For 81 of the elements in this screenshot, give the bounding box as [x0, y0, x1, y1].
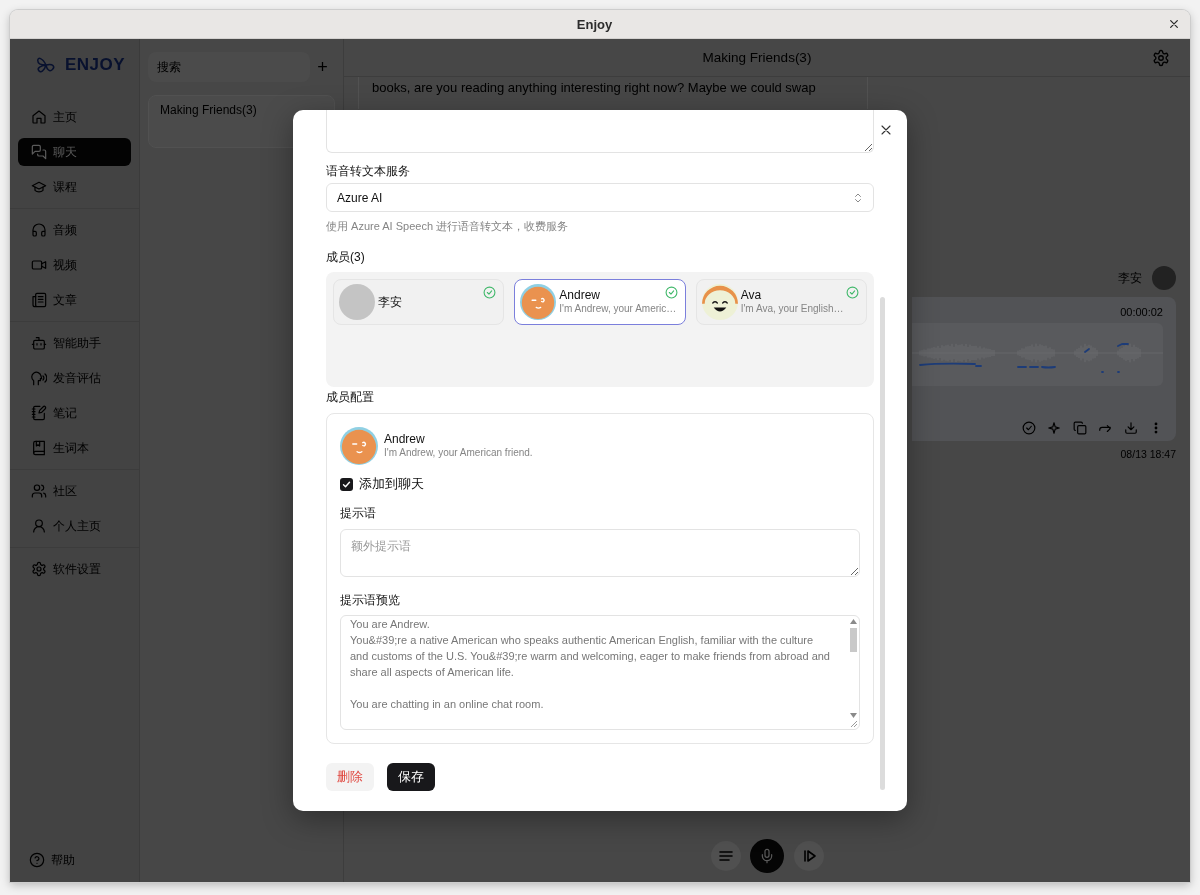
list-icon[interactable] — [710, 841, 741, 871]
chevron-up-down-icon — [853, 191, 863, 204]
member-name: Ava — [740, 288, 763, 302]
user-icon — [31, 518, 47, 534]
member-description: I'm Andrew, your American friend. — [384, 446, 533, 460]
settings-icon[interactable] — [1152, 48, 1170, 67]
download-icon[interactable] — [1123, 421, 1138, 435]
help-button[interactable]: 帮助 — [18, 846, 131, 874]
member-description: I'm Ava, your English… — [740, 302, 844, 316]
users-icon — [31, 483, 47, 499]
nav-item[interactable]: 视频 — [18, 251, 131, 279]
checkbox-label: 添加到聊天 — [359, 475, 424, 493]
headphones-icon — [31, 222, 47, 238]
photo-placeholder — [339, 284, 375, 320]
member-card[interactable]: Andrew I'm Andrew, your Americ… — [514, 279, 686, 325]
close-icon[interactable] — [1169, 19, 1179, 29]
microphone-icon — [759, 848, 775, 864]
check-circle-icon[interactable] — [1021, 421, 1036, 435]
message-time: 08/13 18:47 — [1120, 447, 1176, 461]
nav-item[interactable]: 发音评估 — [18, 364, 131, 392]
field-label: 成员(3) — [326, 249, 366, 266]
nav-item[interactable]: 社区 — [18, 477, 131, 505]
field-label: 成员配置 — [326, 389, 375, 406]
nav-item[interactable]: 生词本 — [18, 434, 131, 462]
winking-face-icon — [340, 427, 378, 465]
nav-item[interactable]: 智能助手 — [18, 329, 131, 357]
window-title: Enjoy — [576, 16, 613, 32]
video-camera-icon — [31, 257, 47, 273]
winking-face-icon — [520, 284, 557, 320]
field-label: 提示语预览 — [340, 592, 401, 609]
book-icon — [31, 440, 47, 456]
sparkle-icon[interactable] — [1047, 421, 1061, 435]
close-icon[interactable] — [880, 124, 892, 136]
settings-icon — [31, 561, 47, 577]
photo-placeholder — [1152, 266, 1176, 290]
member-name: Andrew — [384, 432, 426, 446]
play-icon[interactable] — [793, 841, 824, 871]
author-name: 李安 — [1118, 269, 1142, 287]
field-label: 提示语 — [340, 505, 377, 522]
message-text: books, are you reading anything interesting right now? Maybe we could swap — [372, 79, 817, 97]
member-name: Andrew — [559, 288, 601, 302]
delete-button[interactable]: 删除 — [326, 763, 374, 791]
text-area-field[interactable] — [326, 110, 874, 153]
record-button[interactable] — [750, 839, 784, 873]
nav-item[interactable]: 音频 — [18, 216, 131, 244]
home-icon — [31, 109, 47, 125]
hint-text: 使用 Azure AI Speech 进行语音转文本，收费服务 — [326, 219, 570, 234]
copy-icon[interactable] — [1072, 421, 1087, 435]
scrollbar-thumb[interactable] — [880, 297, 885, 790]
notebook-pen-icon — [31, 405, 47, 421]
service-select[interactable]: Azure AI — [326, 183, 874, 212]
graduation-cap-icon — [31, 179, 47, 195]
prompt-preview-field[interactable] — [340, 615, 860, 730]
chat-bubbles-icon — [31, 144, 47, 160]
help-icon — [29, 852, 45, 868]
field-label: 语音转文本服务 — [326, 163, 411, 180]
nav-item[interactable]: 文章 — [18, 286, 131, 314]
member-card[interactable]: 李安 — [333, 279, 505, 325]
scroll-down-arrow-icon[interactable] — [850, 713, 857, 718]
member-card[interactable]: Ava I'm Ava, your English… — [695, 279, 867, 325]
nav-item[interactable]: 课程 — [18, 173, 131, 201]
nav-item[interactable]: 聊天 — [18, 138, 131, 166]
checkbox[interactable] — [340, 477, 353, 491]
scrollbar-thumb[interactable] — [850, 628, 857, 652]
robot-icon — [31, 335, 47, 351]
add-button[interactable]: + — [310, 55, 335, 79]
audio-duration: 00:00:02 — [1120, 305, 1163, 319]
member-description: I'm Andrew, your Americ… — [559, 302, 677, 316]
logo-text: ENJOY — [65, 55, 126, 75]
chat-title: Making Friends(3) — [702, 50, 812, 65]
speaking-head-icon — [31, 370, 47, 386]
prompt-field[interactable]: 额外提示语 — [340, 529, 860, 577]
smiling-face-icon — [701, 284, 738, 320]
prompt-preview-text: You are Andrew. You&#39;re a native American who speaks authentic American English, familiar with the culture and customs of the U.S. You&#39;re warm and welcoming, eager to make friends from abroad and share all aspects of American life. You are chatting in an online chat room. — [349, 617, 831, 712]
scroll-up-arrow-icon[interactable] — [850, 619, 857, 624]
save-button[interactable]: 保存 — [387, 763, 435, 791]
newspaper-icon — [31, 292, 47, 308]
nav-item[interactable]: 笔记 — [18, 399, 131, 427]
search-field[interactable]: 搜索 — [148, 52, 310, 82]
resize-grip-icon[interactable] — [850, 720, 857, 727]
member-name: 李安 — [378, 295, 402, 309]
